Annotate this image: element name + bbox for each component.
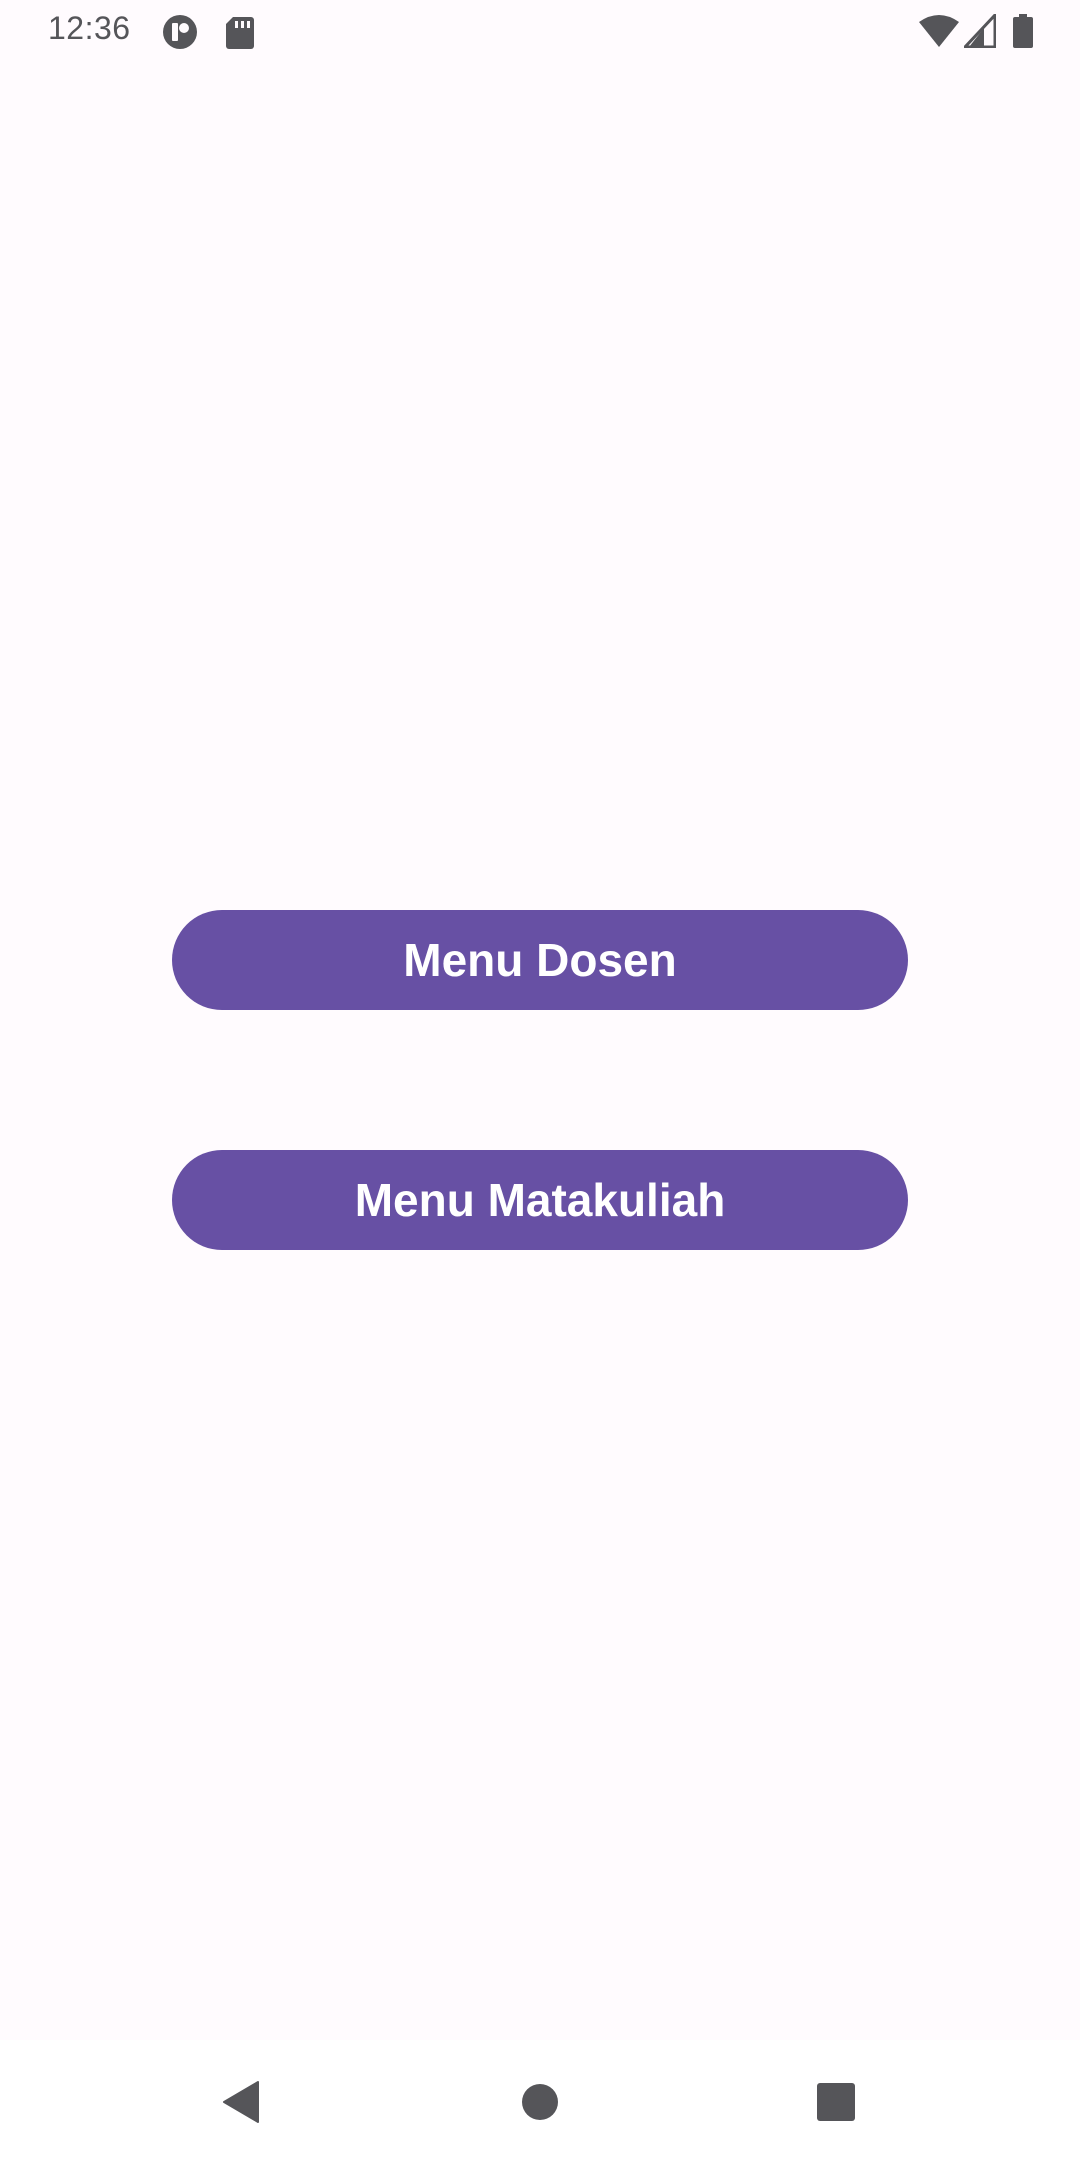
menu-dosen-button[interactable]: Menu Dosen: [172, 910, 908, 1010]
menu-matakuliah-button[interactable]: Menu Matakuliah: [172, 1150, 908, 1250]
app-notification-icon: [163, 15, 197, 49]
wifi-icon: [919, 15, 959, 47]
sd-card-icon: [226, 17, 254, 49]
back-icon[interactable]: [220, 2080, 264, 2124]
cell-signal-icon: [964, 14, 996, 48]
battery-icon: [1013, 14, 1033, 48]
home-icon[interactable]: [518, 2080, 562, 2124]
main-content: Menu Dosen Menu Matakuliah: [0, 62, 1080, 2040]
status-bar: 12:36: [0, 0, 1080, 62]
recents-icon[interactable]: [814, 2080, 858, 2124]
navigation-bar: [0, 2040, 1080, 2160]
status-time: 12:36: [48, 10, 131, 46]
